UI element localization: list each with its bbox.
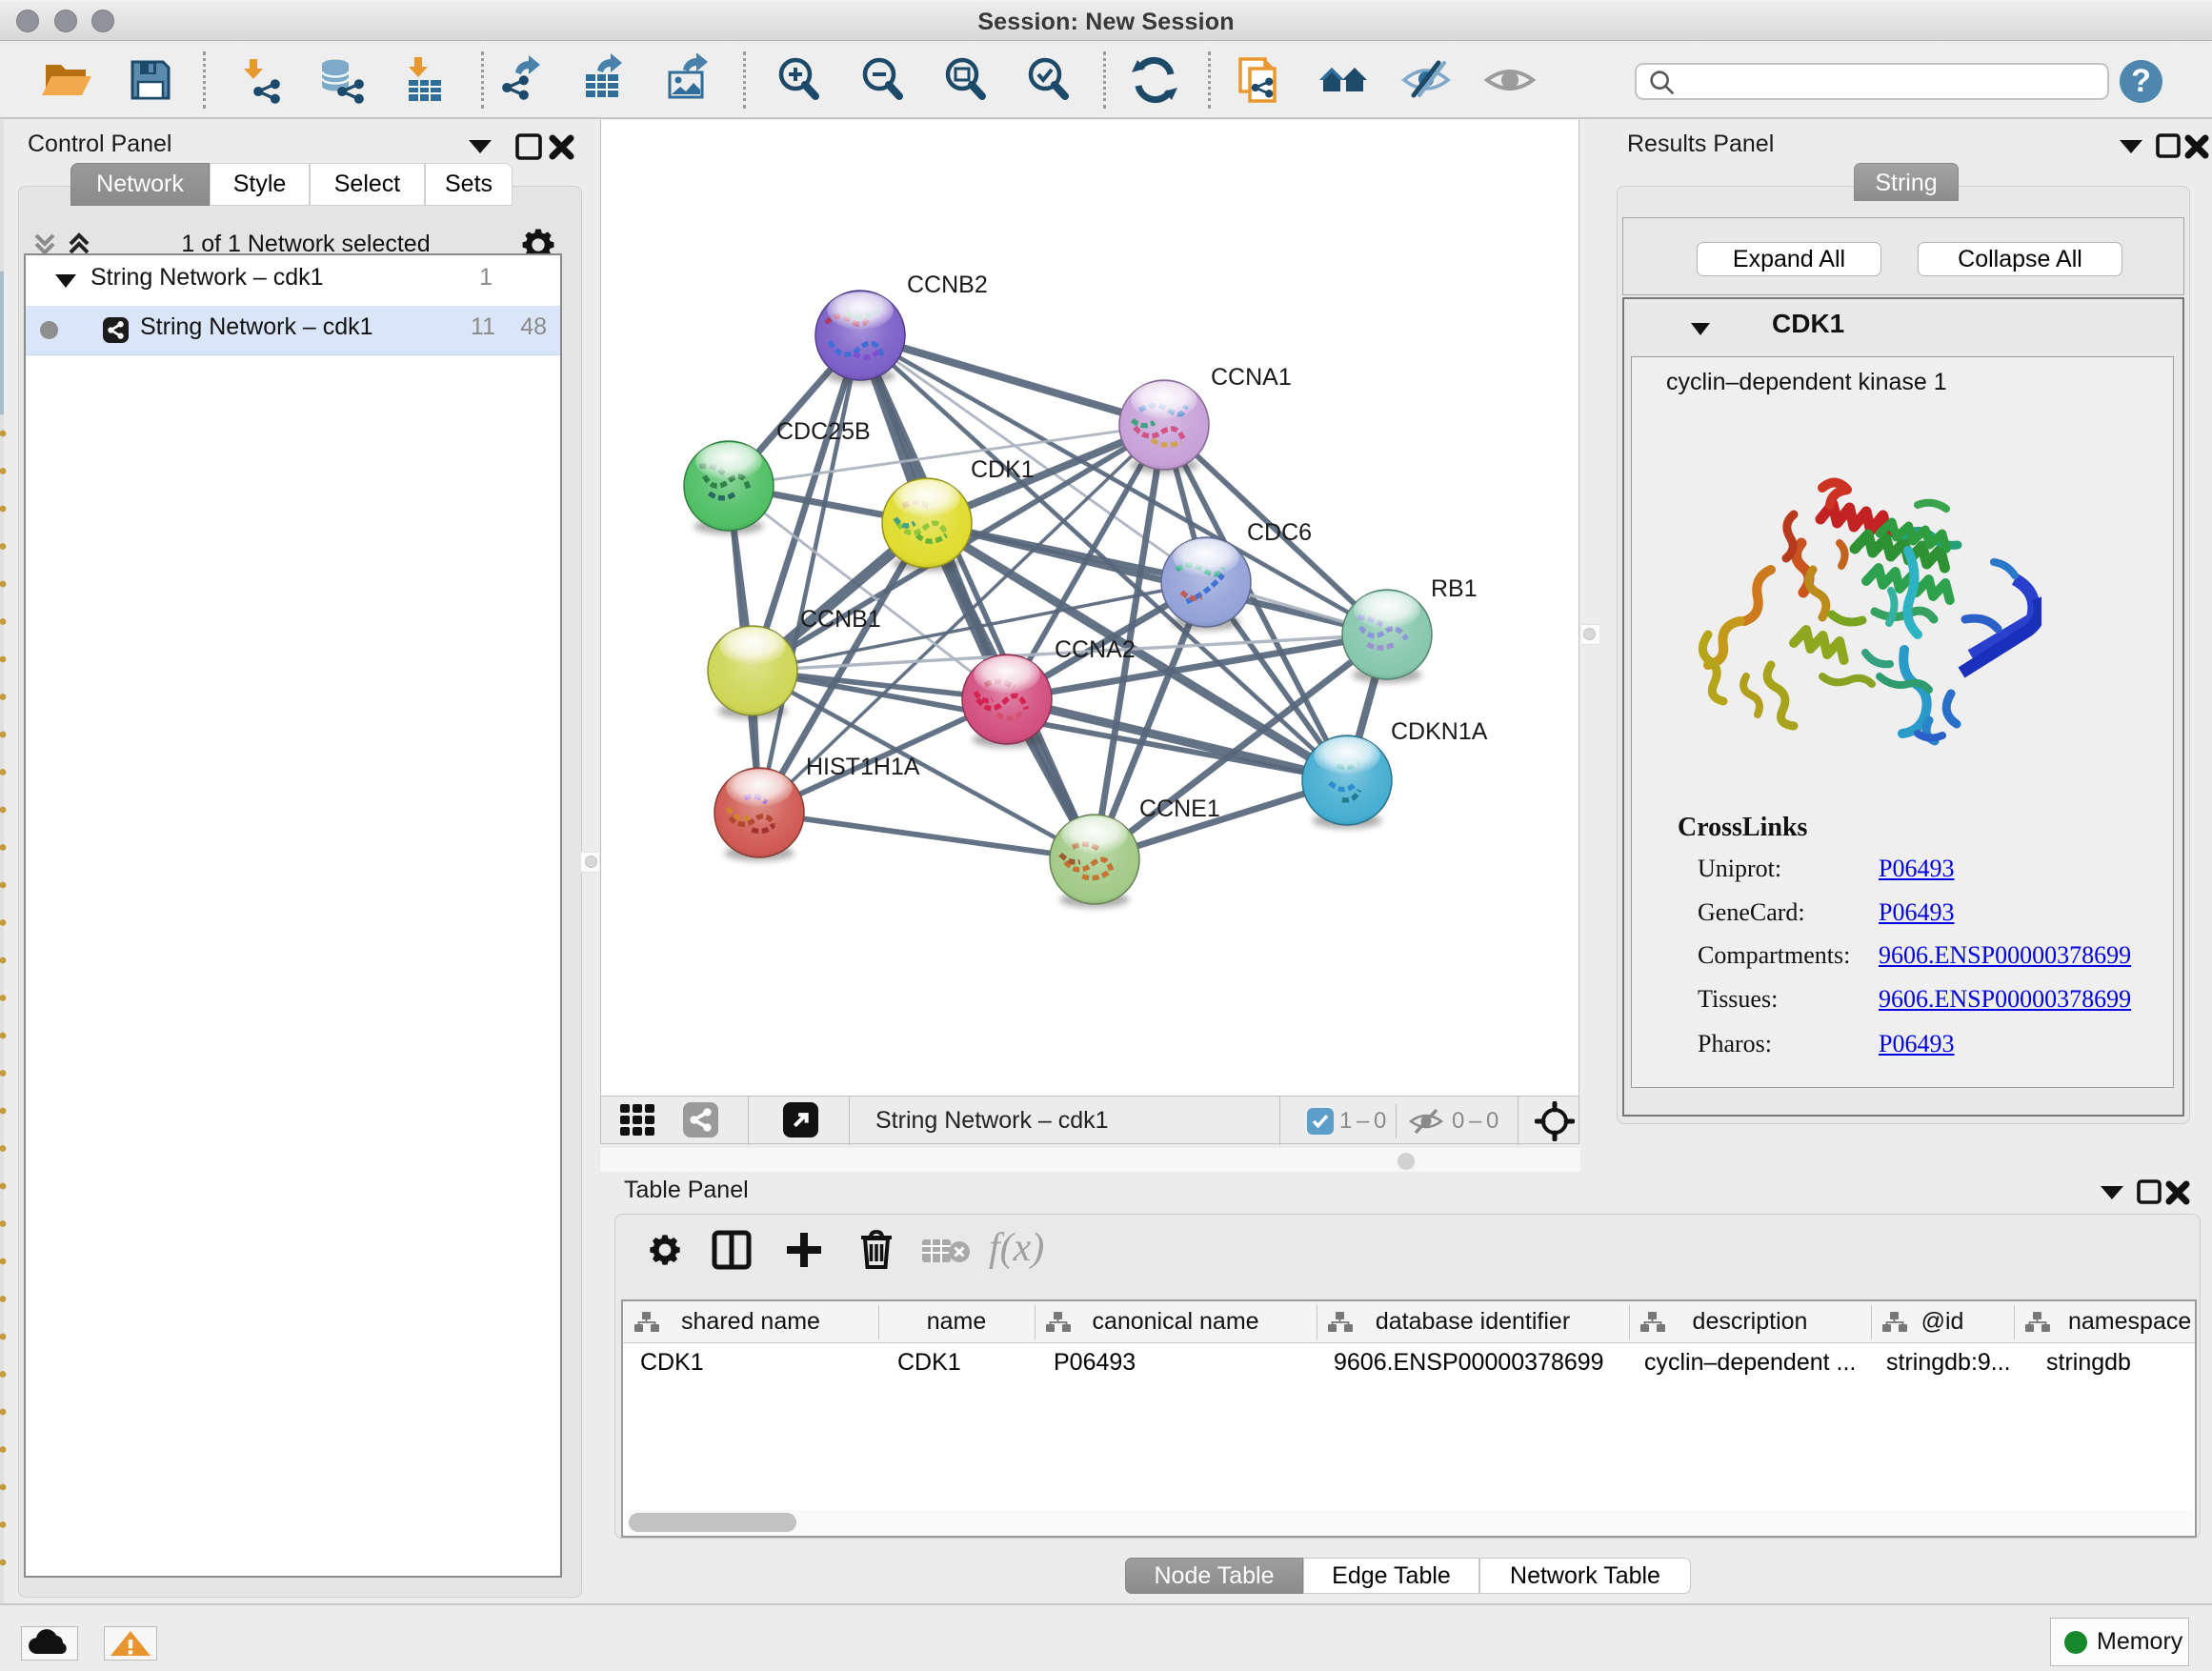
svg-text:RB1: RB1 bbox=[1431, 575, 1478, 602]
svg-text:CCNA1: CCNA1 bbox=[1211, 364, 1292, 391]
svg-text:CDKN1A: CDKN1A bbox=[1391, 718, 1488, 745]
svg-text:CDC6: CDC6 bbox=[1247, 519, 1312, 546]
svg-text:HIST1H1A: HIST1H1A bbox=[806, 754, 920, 780]
svg-text:CCNB1: CCNB1 bbox=[800, 606, 881, 633]
svg-text:CDK1: CDK1 bbox=[971, 456, 1035, 483]
svg-text:CDC25B: CDC25B bbox=[776, 418, 871, 445]
svg-text:CCNB2: CCNB2 bbox=[907, 272, 988, 298]
svg-text:CCNA2: CCNA2 bbox=[1055, 636, 1136, 663]
svg-text:CCNE1: CCNE1 bbox=[1139, 795, 1220, 822]
